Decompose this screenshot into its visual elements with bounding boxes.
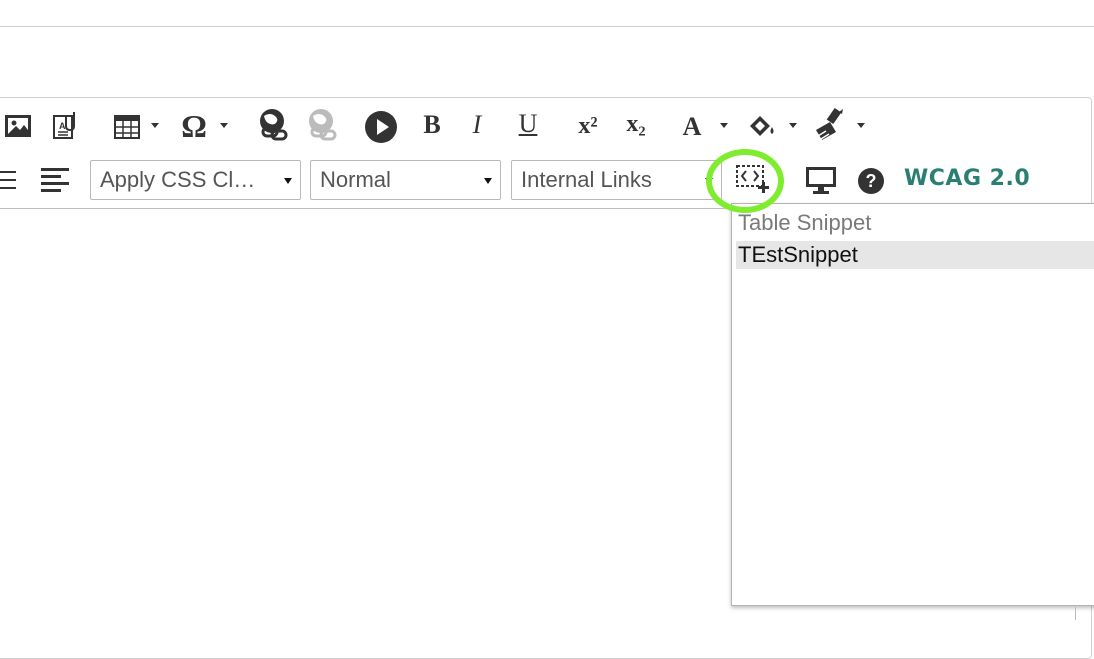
superscript-button[interactable]: x²: [570, 108, 606, 144]
insert-image-button[interactable]: [3, 111, 33, 141]
format-painter-caret[interactable]: [857, 123, 865, 128]
css-class-select-arrow: [284, 178, 292, 184]
text-color-icon: A: [682, 112, 702, 141]
underline-button[interactable]: U: [514, 106, 542, 142]
scrollbar-edge: [1075, 607, 1076, 620]
special-character-caret[interactable]: [220, 123, 228, 128]
help-button[interactable]: ?: [856, 166, 886, 196]
play-icon: [365, 111, 397, 143]
image-icon: [5, 115, 31, 137]
css-class-select-value: Apply CSS Cl…: [100, 167, 256, 192]
help-icon: ?: [858, 168, 884, 194]
insert-document-button[interactable]: A: [50, 108, 84, 142]
subscript-icon: x₂: [626, 110, 646, 137]
background-color-button[interactable]: [745, 110, 779, 142]
omega-icon: Ω: [181, 107, 207, 144]
special-character-button[interactable]: Ω: [177, 108, 211, 144]
text-color-caret[interactable]: [720, 123, 728, 128]
underline-icon: U: [518, 109, 538, 138]
text-color-button[interactable]: A: [678, 110, 706, 144]
background-color-caret[interactable]: [789, 123, 797, 128]
snippet-item-testsnippet[interactable]: TEstSnippet: [736, 241, 1094, 269]
document-attach-icon: A: [53, 112, 75, 139]
format-select-value: Normal: [320, 167, 391, 192]
svg-text:A: A: [59, 121, 66, 131]
bold-button[interactable]: B: [419, 108, 445, 142]
page-divider: [0, 26, 1094, 27]
align-left-button[interactable]: [38, 164, 72, 196]
preview-button[interactable]: [804, 164, 838, 196]
snippet-dropdown-panel: Table Snippet TEstSnippet: [731, 203, 1094, 606]
svg-text:?: ?: [866, 171, 877, 191]
format-select[interactable]: Normal: [310, 160, 501, 200]
format-select-arrow: [484, 178, 492, 184]
css-class-select[interactable]: Apply CSS Cl…: [90, 160, 301, 200]
wcag-button[interactable]: WCAG 2.0: [904, 166, 1030, 191]
table-button[interactable]: [112, 112, 142, 142]
globe-link-icon: [260, 109, 288, 141]
list-icon: [0, 171, 16, 189]
table-icon: [114, 115, 140, 139]
code-snippet-icon: [736, 165, 769, 193]
subscript-button[interactable]: x₂: [618, 106, 654, 142]
internal-links-select[interactable]: Internal Links: [511, 160, 722, 200]
bulleted-list-button[interactable]: [0, 165, 20, 195]
format-painter-button[interactable]: [812, 106, 850, 144]
internal-links-select-arrow: [705, 178, 713, 184]
bold-icon: B: [423, 110, 441, 139]
insert-media-button[interactable]: [363, 109, 399, 145]
paint-bucket-icon: [750, 116, 774, 136]
italic-icon: I: [472, 110, 482, 139]
paint-brush-icon: [816, 107, 843, 140]
italic-button[interactable]: I: [464, 108, 490, 142]
internal-links-select-value: Internal Links: [521, 167, 652, 192]
table-dropdown-caret[interactable]: [151, 123, 159, 128]
insert-link-button[interactable]: [255, 106, 293, 144]
globe-unlink-icon: [309, 109, 337, 141]
snippet-dropdown-title: Table Snippet: [738, 210, 872, 235]
align-left-icon: [41, 168, 69, 192]
unlink-button[interactable]: [304, 106, 342, 144]
superscript-icon: x²: [578, 112, 598, 139]
insert-snippet-button[interactable]: [734, 162, 774, 196]
monitor-icon: [806, 167, 836, 194]
